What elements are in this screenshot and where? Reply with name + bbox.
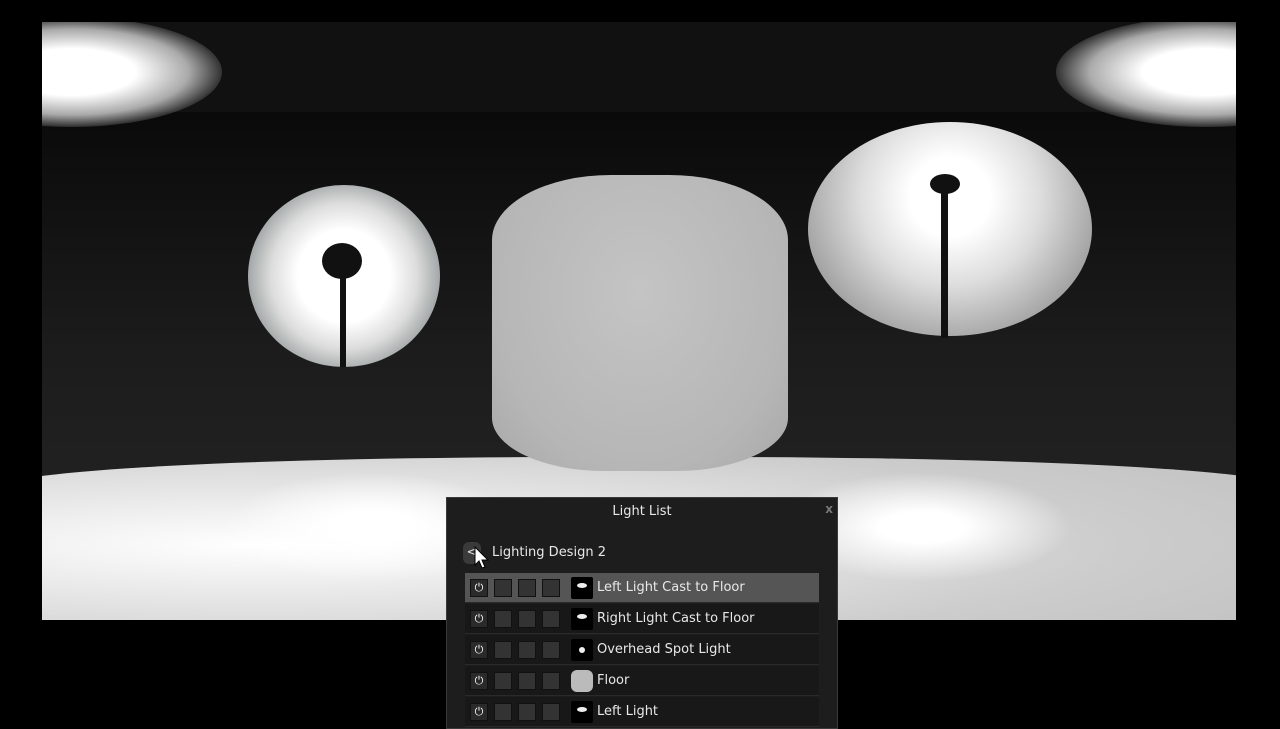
select-icon[interactable] [518, 640, 536, 659]
light-label: Floor [597, 673, 630, 688]
lock-icon[interactable] [542, 671, 560, 690]
light-list-item[interactable]: ⏻ Floor [465, 666, 819, 696]
select-icon[interactable] [518, 578, 536, 597]
light-list-panel: Light List x < Lighting Design 2 ⏻ Left … [446, 497, 838, 729]
softbox-light[interactable] [492, 175, 788, 471]
light-list-item[interactable]: ⏻ Left Light Cast to Floor [465, 573, 819, 603]
select-icon[interactable] [518, 702, 536, 721]
solo-icon[interactable] [494, 702, 512, 721]
light-thumbnail [571, 607, 593, 630]
cursor-icon [474, 546, 490, 569]
solo-icon[interactable] [494, 640, 512, 659]
light-list-item[interactable]: ⏻ Overhead Spot Light [465, 635, 819, 665]
lock-icon[interactable] [542, 640, 560, 659]
lock-icon[interactable] [542, 578, 560, 597]
left-light[interactable] [248, 185, 440, 367]
light-list-item[interactable]: ⏻ Right Light Cast to Floor [465, 604, 819, 634]
power-icon[interactable]: ⏻ [470, 578, 488, 597]
solo-icon[interactable] [494, 671, 512, 690]
light-label: Right Light Cast to Floor [597, 611, 755, 626]
design-name: Lighting Design 2 [492, 545, 606, 560]
lock-icon[interactable] [542, 609, 560, 628]
light-label: Left Light [597, 704, 659, 719]
select-icon[interactable] [518, 609, 536, 628]
light-label: Left Light Cast to Floor [597, 580, 745, 595]
solo-icon[interactable] [494, 578, 512, 597]
light-list: ⏻ Left Light Cast to Floor ⏻ Right Light … [465, 573, 819, 728]
light-label: Overhead Spot Light [597, 642, 731, 657]
close-button[interactable]: x [825, 502, 833, 516]
select-icon[interactable] [518, 671, 536, 690]
light-list-item[interactable]: ⏻ Left Light [465, 697, 819, 727]
power-icon[interactable]: ⏻ [470, 609, 488, 628]
solo-icon[interactable] [494, 609, 512, 628]
light-thumbnail [571, 669, 593, 692]
light-thumbnail [571, 638, 593, 661]
power-icon[interactable]: ⏻ [470, 671, 488, 690]
light-thumbnail [571, 576, 593, 599]
power-icon[interactable]: ⏻ [470, 702, 488, 721]
light-thumbnail [571, 700, 593, 723]
power-icon[interactable]: ⏻ [470, 640, 488, 659]
panel-title: Light List [612, 504, 672, 519]
umbrella-light[interactable] [808, 122, 1092, 338]
lock-icon[interactable] [542, 702, 560, 721]
